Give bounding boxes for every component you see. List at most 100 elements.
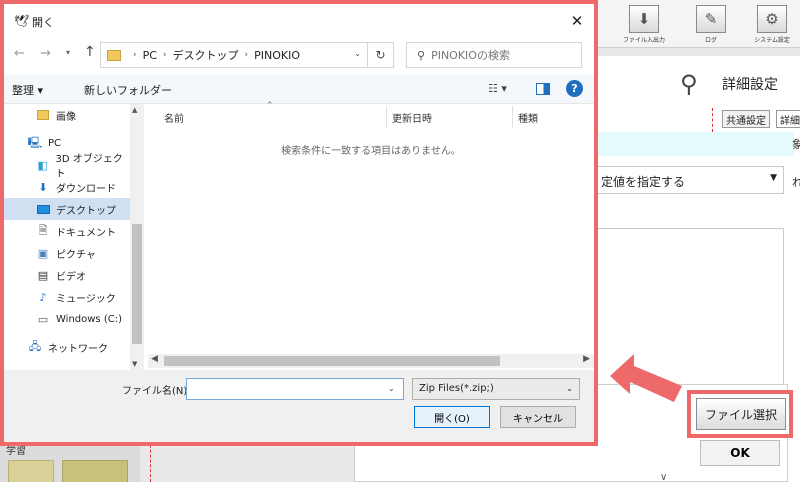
folder-thumbnail-icon[interactable] [62, 460, 128, 482]
video-icon: ▤ [37, 268, 49, 282]
pc-icon: 🖳 [27, 135, 43, 149]
file-select-button[interactable]: ファイル選択 [696, 398, 786, 430]
value-mode-select-value: 定値を指定する [601, 175, 686, 189]
toolbar-button-system-settings-label: システム設定 [754, 37, 790, 44]
navigation-pane: 画像 🖳 PC ◧ 3D オブジェクト ⬇ ダウンロード デスクトップ 🗎 ドキ… [4, 104, 144, 370]
sidebar-item-windows-drive[interactable]: ▭ Windows (C:) [4, 308, 130, 330]
forward-arrow-icon[interactable]: → [40, 46, 51, 61]
chevron-down-icon[interactable]: ⌄ [354, 49, 361, 58]
sidebar-item-network[interactable]: 🖧 ネットワーク [4, 336, 130, 358]
info-bar [594, 132, 794, 156]
back-arrow-icon[interactable]: ← [14, 46, 25, 61]
column-header-type[interactable]: 種類 [518, 110, 538, 125]
document-icon: 🗎 [38, 223, 48, 237]
dialog-titlebar: 🕊 開く ✕ [4, 4, 594, 38]
close-button[interactable]: ✕ [564, 10, 590, 32]
breadcrumb-pinokio[interactable]: PINOKIO [254, 49, 300, 62]
scroll-up-icon[interactable]: ▲ [132, 106, 137, 114]
sidebar-item-music[interactable]: ♪ ミュージック [4, 286, 130, 308]
breadcrumb-separator-icon: › [133, 50, 137, 60]
scroll-down-icon[interactable]: ▼ [132, 360, 137, 368]
log-icon: ✎ [696, 5, 726, 33]
filename-label: ファイル名(N): [122, 386, 191, 397]
drive-icon: ▭ [37, 312, 49, 326]
clipped-label-2: れ [792, 176, 800, 189]
scroll-right-icon[interactable]: ▶ [583, 354, 590, 364]
recent-locations-chevron-icon[interactable]: ▾ [66, 48, 70, 57]
command-bar: 整理 ▾ 新しいフォルダー ☷ ▾ ? [4, 74, 594, 104]
breadcrumb-separator-icon: › [244, 50, 249, 60]
sidebar-item-downloads[interactable]: ⬇ ダウンロード [4, 176, 130, 198]
cancel-button[interactable]: キャンセル [500, 406, 576, 428]
sidebar-item-label: ドキュメント [56, 227, 116, 239]
desktop-icon [36, 202, 50, 216]
value-mode-select[interactable]: 定値を指定する ▼ [594, 166, 784, 194]
detail-settings-title: 詳細設定 [722, 77, 778, 93]
breadcrumb-separator-icon: › [162, 50, 167, 60]
folder-icon [36, 108, 50, 122]
toolbar-button-file-io[interactable]: ⬇ ファイル入出力 [614, 2, 674, 44]
tab-common-settings[interactable]: 共通設定 [722, 110, 770, 128]
column-divider[interactable] [512, 106, 513, 128]
breadcrumb-pc[interactable]: PC [143, 49, 157, 62]
folder-thumbnail-icon[interactable] [8, 460, 54, 482]
sidebar-item-pictures[interactable]: ▣ ピクチャ [4, 242, 130, 264]
address-bar[interactable]: › PC › デスクトップ › PINOKIO ⌄ [100, 42, 368, 68]
download-icon: ⬇ [38, 180, 48, 194]
view-options-icon[interactable]: ☷ ▾ [488, 82, 507, 95]
dialog-bottom-pane: ファイル名(N): ⌄ Zip Files(*.zip;) ⌄ 開く(O) キャ… [4, 370, 594, 442]
sidebar-item-pictures-folder[interactable]: 画像 [4, 104, 130, 126]
dashed-guide [712, 108, 713, 132]
toolbar-button-log[interactable]: ✎ ログ [686, 2, 736, 44]
toolbar-button-system-settings[interactable]: ⚙ システム設定 [744, 2, 800, 44]
search-input[interactable]: ⚲ PINOKIOの検索 [406, 42, 582, 68]
dialog-title: 開く [32, 16, 54, 29]
sidebar-item-label: 画像 [56, 111, 76, 123]
scroll-left-icon[interactable]: ◀ [151, 354, 158, 364]
sidebar-item-videos[interactable]: ▤ ビデオ [4, 264, 130, 286]
sidebar-item-label: ビデオ [56, 271, 86, 283]
app-logo-icon: 🕊 [14, 14, 30, 28]
scrollbar-thumb[interactable] [164, 356, 500, 366]
toolbar-button-log-label: ログ [704, 37, 717, 44]
up-arrow-icon[interactable]: ↑ [84, 44, 96, 60]
column-header-name[interactable]: 名前 [164, 110, 184, 125]
sidebar-item-label: PC [48, 137, 62, 149]
folder-icon [107, 49, 121, 61]
sidebar-item-desktop[interactable]: デスクトップ [4, 198, 130, 220]
new-folder-button[interactable]: 新しいフォルダー [84, 82, 172, 98]
organize-menu[interactable]: 整理 ▾ [12, 82, 43, 98]
sidebar-item-documents[interactable]: 🗎 ドキュメント [4, 220, 130, 242]
scrollbar-thumb[interactable] [132, 224, 142, 344]
sidebar-item-label: ダウンロード [56, 183, 116, 195]
close-icon: ✕ [570, 13, 584, 30]
chevron-down-icon: ∨ [660, 472, 668, 482]
breadcrumb-desktop[interactable]: デスクトップ [173, 47, 239, 63]
network-icon: 🖧 [28, 339, 42, 353]
preview-pane-icon[interactable] [536, 83, 550, 95]
filetype-select[interactable]: Zip Files(*.zip;) ⌄ [412, 378, 580, 400]
chevron-down-icon: ▼ [770, 173, 777, 183]
navigation-scrollbar[interactable]: ▲ ▼ [130, 104, 144, 370]
chevron-down-icon[interactable]: ⌄ [388, 384, 395, 393]
horizontal-scrollbar[interactable]: ◀ ▶ [148, 354, 594, 368]
search-icon: ⚲ [417, 48, 426, 62]
sidebar-item-label: ピクチャ [56, 249, 96, 261]
refresh-button[interactable]: ↻ [368, 42, 394, 68]
sidebar-item-label: ミュージック [56, 293, 116, 305]
clipped-label: 象 [792, 138, 800, 151]
picture-icon: ▣ [37, 246, 49, 260]
column-divider[interactable] [386, 106, 387, 128]
dashed-guide [150, 440, 151, 482]
ok-button[interactable]: OK [700, 440, 780, 466]
filename-input[interactable] [186, 378, 404, 400]
sidebar-item-label: デスクトップ [56, 205, 116, 217]
search-icon[interactable]: ⚲ [680, 70, 698, 98]
help-icon[interactable]: ? [566, 80, 583, 97]
sidebar-item-3d-objects[interactable]: ◧ 3D オブジェクト [4, 154, 130, 180]
chevron-down-icon: ⌄ [566, 384, 573, 393]
open-button[interactable]: 開く(O) [414, 406, 490, 428]
tab-detail-settings[interactable]: 詳細 [776, 110, 800, 128]
column-header-date[interactable]: 更新日時 [392, 110, 432, 125]
search-placeholder: PINOKIOの検索 [431, 49, 510, 62]
